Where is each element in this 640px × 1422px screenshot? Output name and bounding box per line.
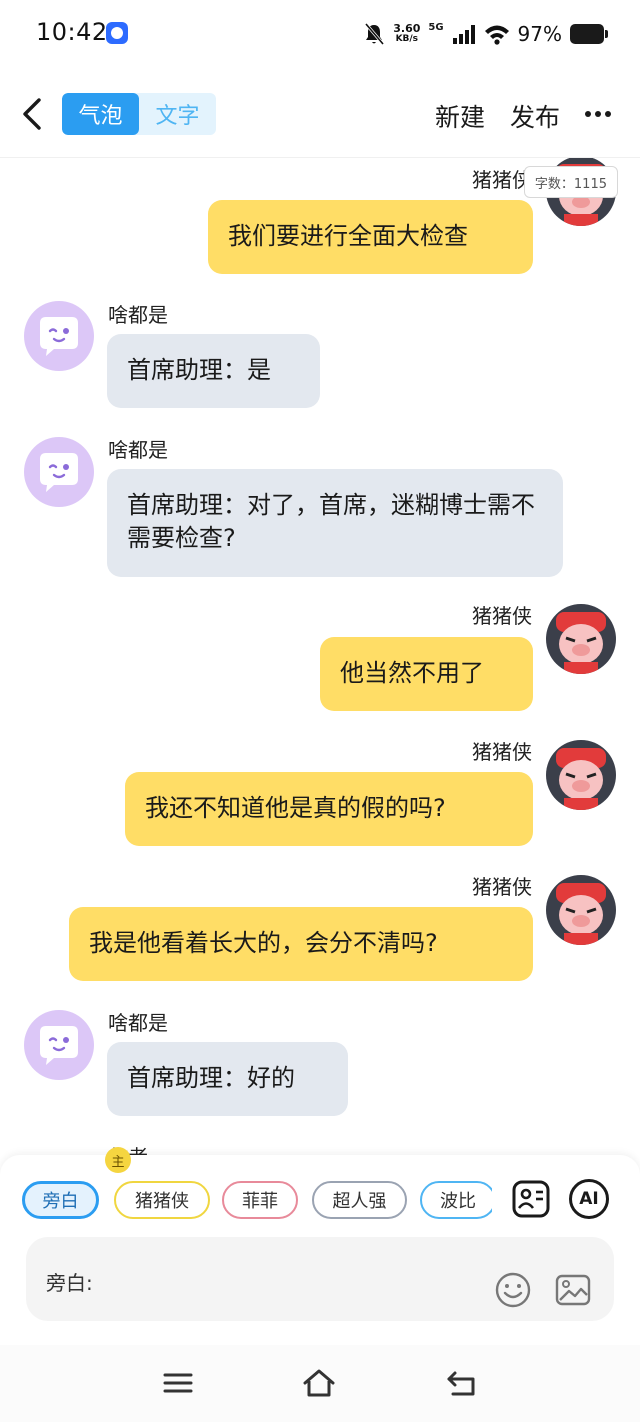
char-count-badge: 字数：1115	[523, 166, 618, 198]
baidu-app-icon	[106, 22, 128, 44]
tab-text[interactable]: 文字	[139, 93, 216, 135]
role-chip-pig[interactable]: 猪猪侠	[114, 1181, 210, 1219]
system-nav-bar	[0, 1345, 640, 1422]
pig-face-icon	[556, 883, 606, 945]
status-time: 10:42	[36, 18, 108, 46]
pig-hero-avatar[interactable]	[546, 740, 616, 810]
role-chip-narration[interactable]: 旁白	[22, 1181, 99, 1219]
role-chip-bobi[interactable]: 波比	[420, 1181, 492, 1219]
role-chip-superman[interactable]: 超人强	[312, 1181, 407, 1219]
chat-bubble-face-icon	[40, 317, 78, 356]
home-icon[interactable]	[302, 1367, 336, 1399]
wifi-icon	[484, 25, 509, 45]
network-type: 5G	[428, 22, 444, 33]
speaker-name: 啥都是	[108, 303, 168, 327]
pig-face-icon	[556, 748, 606, 810]
role-card-icon[interactable]	[511, 1179, 551, 1219]
speaker-name: 啥都是	[108, 438, 168, 462]
message-input[interactable]: 旁白:	[26, 1237, 614, 1321]
menu-icon[interactable]	[161, 1367, 195, 1399]
message-bubble[interactable]: 首席助理：好的	[107, 1042, 348, 1116]
speaker-name: 猪猪侠	[472, 875, 532, 899]
editor-header: 气泡 文字 新建 发布	[0, 70, 640, 158]
speaker-name: 猪猪侠	[472, 604, 532, 628]
signal-icon	[452, 25, 475, 44]
chat-bubble-face-icon	[40, 1026, 78, 1065]
image-icon[interactable]	[554, 1271, 592, 1309]
narrator-avatar[interactable]	[24, 301, 94, 371]
more-icon[interactable]	[584, 110, 612, 118]
speaker-name: 啥都是	[108, 1011, 168, 1035]
message-bubble[interactable]: 我们要进行全面大检查	[208, 200, 533, 274]
battery-percent: 97%	[517, 22, 562, 46]
publish-button[interactable]: 发布	[510, 98, 560, 134]
message-bubble[interactable]: 首席助理：是	[107, 334, 320, 408]
chat-area[interactable]: 猪猪侠 我们要进行全面大检查 字数：1115 啥都是 首席助理：是 啥都是 首席…	[0, 158, 640, 1158]
new-button[interactable]: 新建	[435, 98, 485, 134]
compose-panel: 旁白 猪猪侠 菲菲 超人强 波比 主 AI 旁白:	[0, 1147, 640, 1345]
back-nav-icon[interactable]	[445, 1367, 479, 1399]
pig-face-icon	[556, 612, 606, 674]
narrator-avatar[interactable]	[24, 1010, 94, 1080]
message-bubble[interactable]: 他当然不用了	[320, 637, 533, 711]
net-speed: 3.60 KB/s	[393, 23, 420, 45]
role-chips[interactable]: 旁白 猪猪侠 菲菲 超人强 波比	[22, 1181, 492, 1219]
speaker-name: 猪猪侠	[472, 740, 532, 764]
net-speed-value: 3.60	[393, 22, 421, 35]
mute-bell-icon	[365, 23, 385, 45]
message-bubble[interactable]: 我是他看着长大的，会分不清吗?	[69, 907, 533, 981]
mode-switch: 气泡 文字	[62, 93, 216, 135]
tab-bubble[interactable]: 气泡	[62, 93, 139, 135]
message-bubble[interactable]: 我还不知道他是真的假的吗?	[125, 772, 533, 846]
ai-button[interactable]: AI	[569, 1179, 609, 1219]
message-bubble[interactable]: 首席助理：对了，首席，迷糊博士需不需要检查?	[107, 469, 563, 577]
role-chip-feifei[interactable]: 菲菲	[222, 1181, 298, 1219]
chat-bubble-face-icon	[40, 453, 78, 492]
main-role-badge: 主	[105, 1147, 131, 1173]
emoji-icon[interactable]	[494, 1271, 532, 1309]
net-speed-unit: KB/s	[395, 34, 419, 44]
back-icon[interactable]	[20, 96, 44, 132]
pig-hero-avatar[interactable]	[546, 604, 616, 674]
narrator-avatar[interactable]	[24, 437, 94, 507]
status-indicators: 3.60 KB/s 5G 97%	[363, 20, 608, 48]
input-role-label: 旁白:	[46, 1271, 93, 1295]
status-bar: 10:42 3.60 KB/s 5G 97%	[0, 0, 640, 70]
battery-icon	[570, 24, 608, 44]
pig-hero-avatar[interactable]	[546, 875, 616, 945]
